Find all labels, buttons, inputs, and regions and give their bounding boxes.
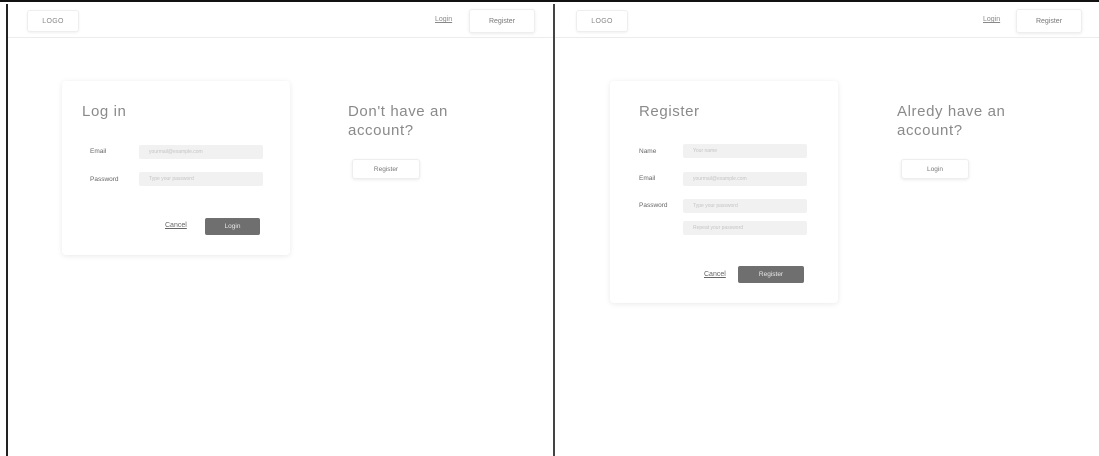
logo[interactable]: LOGO (27, 10, 79, 32)
nav-login-link[interactable]: Login (983, 16, 1000, 23)
register-card: Register Name Your name Email yourmail@e… (610, 81, 838, 303)
nav-login-link[interactable]: Login (435, 16, 452, 23)
register-prompt-line1: Don't have an (348, 103, 448, 120)
login-title: Log in (82, 103, 127, 120)
login-prompt-line1: Alredy have an (897, 103, 1006, 120)
email-label: Email (639, 175, 656, 182)
name-label: Name (639, 148, 657, 155)
register-prompt-line2: account? (348, 122, 414, 139)
cancel-link[interactable]: Cancel (165, 222, 187, 229)
password-label: Password (90, 176, 119, 183)
cancel-link[interactable]: Cancel (704, 271, 726, 278)
email-label: Email (90, 148, 107, 155)
login-submit-button[interactable]: Login (205, 218, 260, 235)
login-card: Log in Email yourmail@example.com Passwo… (62, 81, 290, 255)
register-submit-button[interactable]: Register (738, 266, 804, 283)
login-prompt-line2: account? (897, 122, 963, 139)
top-navigation-bar: LOGO Login Register (8, 4, 553, 38)
register-prompt: Don't have an account? (348, 102, 448, 140)
name-input[interactable]: Your name (683, 144, 807, 158)
login-button[interactable]: Login (901, 159, 969, 179)
screen-frame: LOGO Login Register Log in Email yourmai… (0, 0, 1099, 456)
top-navigation-bar: LOGO Login Register (555, 4, 1099, 38)
password-input[interactable]: Type your password (139, 172, 263, 186)
register-button[interactable]: Register (352, 159, 420, 179)
login-screen: LOGO Login Register Log in Email yourmai… (6, 4, 553, 456)
nav-register-button[interactable]: Register (1016, 9, 1082, 33)
register-title: Register (639, 103, 700, 120)
logo[interactable]: LOGO (576, 10, 628, 32)
register-screen: LOGO Login Register Register Name Your n… (553, 4, 1099, 456)
password-label: Password (639, 202, 668, 209)
email-input[interactable]: yourmail@example.com (139, 145, 263, 159)
nav-register-button[interactable]: Register (469, 9, 535, 33)
email-input[interactable]: yourmail@example.com (683, 172, 807, 186)
repeat-password-input[interactable]: Repeat your password (683, 221, 807, 235)
password-input[interactable]: Type your password (683, 199, 807, 213)
login-prompt: Alredy have an account? (897, 102, 1005, 140)
